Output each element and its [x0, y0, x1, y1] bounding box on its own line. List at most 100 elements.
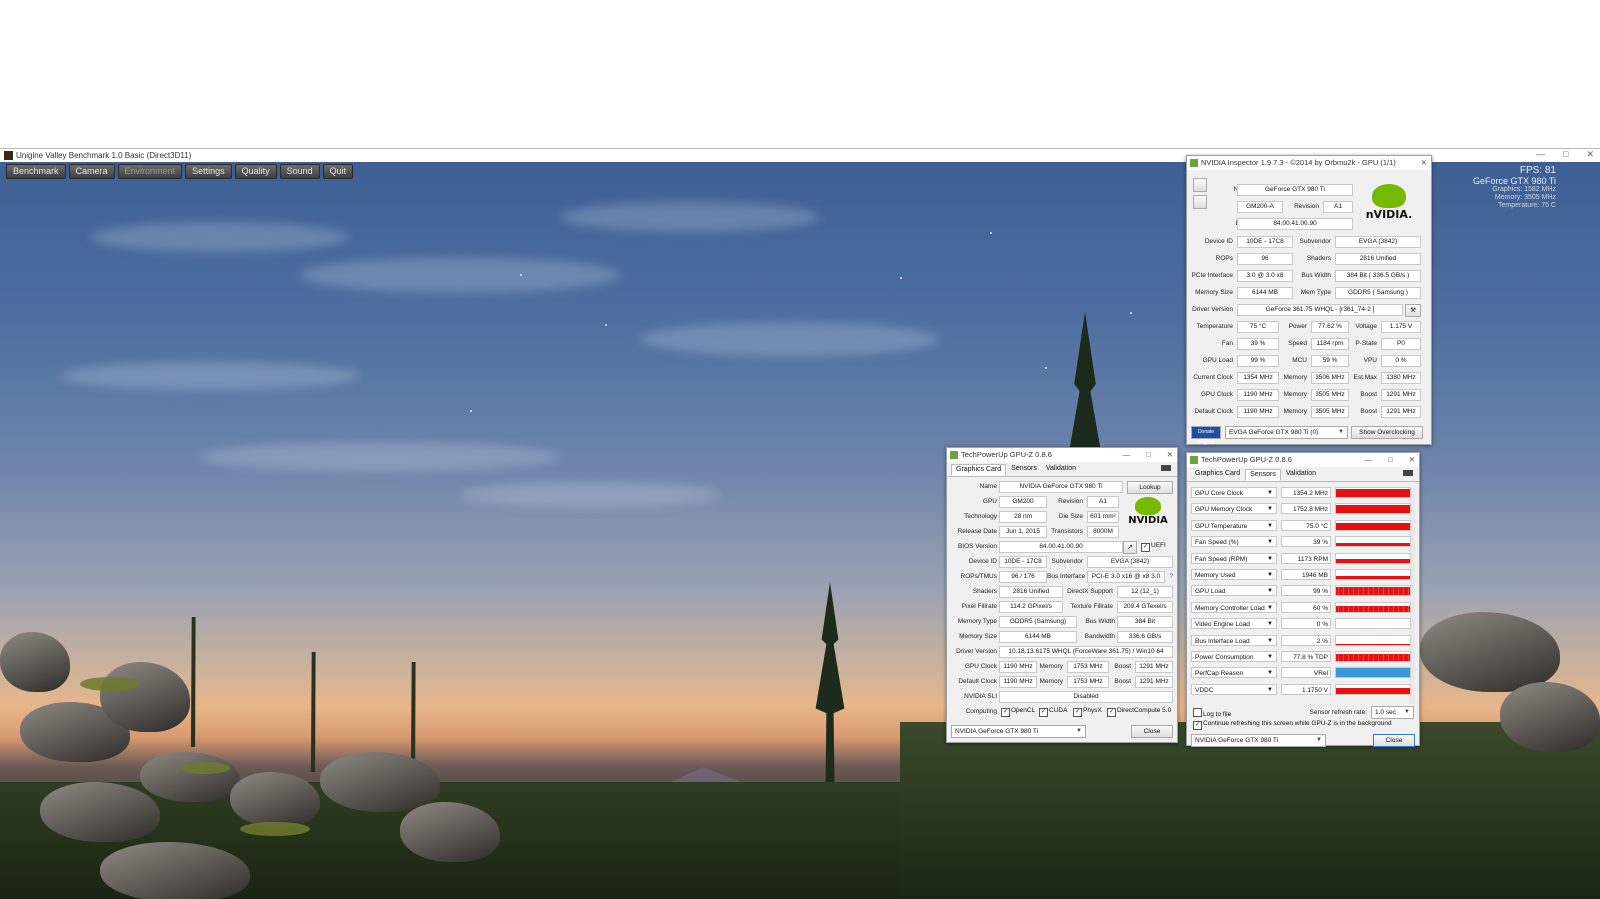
refresh-rate-select[interactable]: 1.0 sec ▼ — [1371, 706, 1414, 719]
label-rops: ROPs — [1215, 255, 1233, 262]
moss — [240, 822, 310, 836]
rock — [1420, 612, 1560, 692]
label-gpu-memory: Memory — [1283, 391, 1307, 398]
sensor-name-select[interactable]: Fan Speed (RPM) ▼ — [1191, 552, 1277, 564]
sensor-name: GPU Load — [1195, 588, 1226, 596]
sensor-name-select[interactable]: Memory Controller Load ▼ — [1191, 601, 1277, 613]
gpuz-sensors-close-button[interactable]: Close — [1373, 734, 1415, 747]
sensor-name-select[interactable]: GPU Load ▼ — [1191, 585, 1277, 597]
gpuz-sensors-maximize-button[interactable]: □ — [1388, 453, 1393, 467]
sensor-name-select[interactable]: Fan Speed (%) ▼ — [1191, 536, 1277, 548]
chevron-down-icon: ▼ — [1316, 737, 1322, 743]
lookup-button[interactable]: Lookup — [1127, 481, 1173, 494]
tab-graphics-card[interactable]: Graphics Card — [1191, 469, 1244, 481]
gpuz-menu-icon[interactable] — [1161, 465, 1171, 471]
gpuz-card-gpu-select[interactable]: NVIDIA GeForce GTX 980 Ti ▼ — [951, 725, 1086, 738]
refresh-rate-value: 1.0 sec — [1375, 709, 1396, 716]
sensor-value: 99 % — [1281, 585, 1331, 597]
rock — [1500, 682, 1600, 752]
label-default-boost: Boost — [1114, 678, 1131, 685]
driver-tools-icon[interactable]: ⚒ — [1405, 304, 1421, 317]
label-memory-size: Memory Size — [1195, 289, 1233, 296]
gpuz-card-close-icon[interactable]: ✕ — [1167, 448, 1173, 462]
gpuz-menu-icon[interactable] — [1403, 470, 1413, 476]
gpuz-sensors-gpu-select[interactable]: NVIDIA GeForce GTX 980 Ti ▼ — [1191, 734, 1326, 747]
label-shaders: Shaders — [972, 588, 997, 595]
sensor-graph — [1335, 651, 1411, 662]
sensor-graph-fill — [1336, 586, 1410, 596]
donate-paypal-button[interactable]: Donate PayPal — [1191, 426, 1221, 446]
close-window-button[interactable]: ✕ — [1586, 149, 1594, 160]
chevron-down-icon: ▼ — [1267, 686, 1273, 693]
label-memory: Memory — [1039, 663, 1063, 670]
sensor-name-select[interactable]: GPU Temperature ▼ — [1191, 519, 1277, 531]
cuda-checkbox[interactable]: ✓ CUDA — [1039, 707, 1067, 717]
sensor-value: 77.8 % TDP — [1281, 651, 1331, 662]
value-gpu: GM200-A — [1237, 201, 1283, 213]
opencl-checkbox[interactable]: ✓ OpenCL — [1001, 707, 1035, 717]
share-bios-icon[interactable]: ↗ — [1123, 541, 1137, 554]
label-device-id: Device ID — [1204, 238, 1233, 245]
sensor-name-select[interactable]: Video Engine Load ▼ — [1191, 618, 1277, 630]
gpuz-card-minimize-button[interactable]: — — [1123, 448, 1131, 462]
sensor-value: 60 % — [1281, 601, 1331, 613]
directcompute-checkbox[interactable]: ✓ DirectCompute 5.0 — [1107, 707, 1171, 717]
value-revision: A1 — [1087, 496, 1119, 508]
value-revision: A1 — [1323, 201, 1353, 213]
sensor-name-select[interactable]: VDDC ▼ — [1191, 683, 1277, 695]
physx-checkbox[interactable]: ✓ PhysX — [1073, 707, 1102, 717]
cloud — [60, 362, 360, 390]
sensor-name-select[interactable]: Bus Interface Load ▼ — [1191, 634, 1277, 646]
gpuz-card-close-button[interactable]: Close — [1131, 725, 1173, 738]
sensor-graph-fill — [1336, 505, 1410, 514]
sensor-name-select[interactable]: GPU Core Clock ▼ — [1191, 487, 1277, 498]
bus-help-icon[interactable]: ? — [1165, 573, 1173, 580]
menu-sound[interactable]: Sound — [279, 164, 320, 179]
menu-environment[interactable]: Environment — [117, 164, 183, 179]
menu-benchmark[interactable]: Benchmark — [6, 164, 66, 179]
foliage — [900, 722, 1600, 899]
sensor-name-select[interactable]: PerfCap Reason ▼ — [1191, 667, 1277, 679]
gpuz-card-maximize-button[interactable]: □ — [1146, 448, 1151, 462]
label-voltage: Voltage — [1355, 323, 1377, 330]
sensor-name: Video Engine Load — [1195, 621, 1250, 629]
chevron-down-icon: ▼ — [1267, 490, 1273, 496]
log-to-file-checkbox[interactable]: Log to file — [1193, 708, 1231, 718]
sensor-name-select[interactable]: Power Consumption ▼ — [1191, 651, 1277, 662]
menu-settings[interactable]: Settings — [185, 164, 232, 179]
gpuz-sensors-minimize-button[interactable]: — — [1365, 453, 1373, 467]
tab-sensors[interactable]: Sensors — [1245, 469, 1281, 481]
gpuz-sensors-close-icon[interactable]: ✕ — [1409, 453, 1415, 467]
inspector-close-button[interactable]: ✕ — [1421, 156, 1427, 170]
inspector-gpu-select[interactable]: EVGA GeForce GTX 980 Ti (0) ▼ — [1225, 426, 1348, 439]
gpuz-card-titlebar: TechPowerUp GPU-Z 0.8.6 — □ ✕ — [947, 448, 1177, 462]
sensor-value: 1752.8 MHz — [1281, 503, 1331, 515]
sensor-list: Log to file Sensor refresh rate: 1.0 sec… — [1187, 482, 1419, 747]
sensor-name-select[interactable]: Memory Used ▼ — [1191, 569, 1277, 580]
label-pstate: P-State — [1355, 340, 1377, 347]
tab-sensors[interactable]: Sensors — [1007, 464, 1041, 476]
sensor-name: Power Consumption — [1195, 654, 1254, 661]
nvidia-logo-icon: nVIDIA. — [1359, 184, 1419, 234]
tab-graphics-card[interactable]: Graphics Card — [951, 464, 1007, 476]
show-overclocking-button[interactable]: Show Overclocking — [1351, 426, 1423, 439]
label-texture-fillrate: Texture Fillrate — [1070, 603, 1113, 610]
menu-quality[interactable]: Quality — [234, 164, 277, 179]
chevron-down-icon: ▼ — [1267, 539, 1273, 546]
menu-camera[interactable]: Camera — [68, 164, 115, 179]
value-voltage: 1.175 V — [1381, 321, 1421, 333]
minimize-button[interactable]: — — [1536, 149, 1545, 160]
value-gpu-load: 99 % — [1237, 355, 1279, 367]
sensor-graph — [1335, 667, 1411, 679]
tab-validation[interactable]: Validation — [1042, 464, 1080, 476]
tab-validation[interactable]: Validation — [1282, 469, 1320, 481]
sensor-name: Memory Used — [1195, 572, 1236, 579]
maximize-button[interactable]: □ — [1563, 149, 1568, 160]
sensor-name-select[interactable]: GPU Memory Clock ▼ — [1191, 503, 1277, 515]
value-rops: 96 — [1237, 253, 1293, 265]
continue-refresh-checkbox[interactable]: ✓ Continue refreshing this screen while G… — [1193, 720, 1392, 730]
sensor-graph — [1335, 536, 1411, 548]
menu-quit[interactable]: Quit — [322, 164, 354, 179]
cloud — [560, 202, 820, 232]
uefi-checkbox[interactable]: ✓ UEFI — [1141, 542, 1166, 552]
